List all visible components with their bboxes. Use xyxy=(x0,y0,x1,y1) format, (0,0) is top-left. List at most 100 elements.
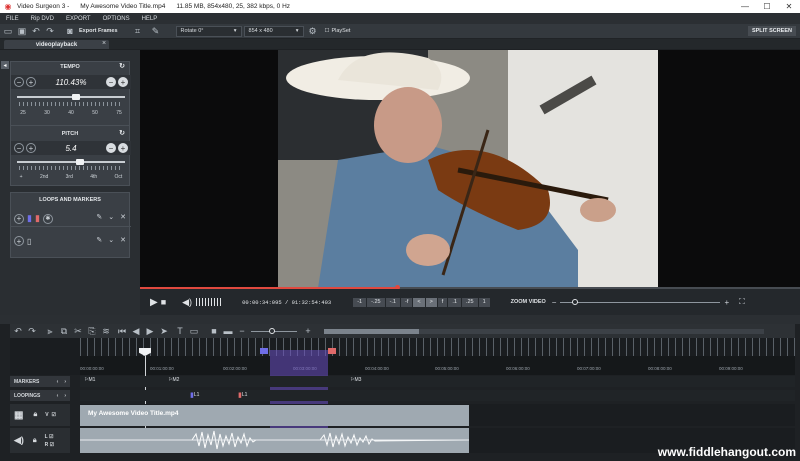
pitch-slider[interactable] xyxy=(17,159,125,165)
loop-end-handle[interactable] xyxy=(328,348,336,354)
lock-icon[interactable]: 🔒︎ xyxy=(33,411,37,419)
timeline-scroll-thumb[interactable] xyxy=(324,328,419,334)
marker-red-icon[interactable]: ▮ xyxy=(35,213,40,224)
camera-icon[interactable]: ◙ xyxy=(64,25,76,37)
loop-lock-icon[interactable]: ▯ xyxy=(27,237,31,246)
loop-start-handle[interactable] xyxy=(260,348,268,354)
film-icon[interactable]: ▦ xyxy=(14,410,23,421)
undo-icon[interactable]: ↶ xyxy=(30,25,42,37)
tempo-slider[interactable] xyxy=(17,94,125,100)
undo-icon[interactable]: ↶ xyxy=(12,325,24,337)
channel-r-checkbox[interactable]: ☑ xyxy=(50,442,54,448)
redo-icon[interactable]: ↷ xyxy=(26,325,38,337)
playset-button[interactable]: ☐ PlaySet xyxy=(325,28,351,34)
chevron-down-icon[interactable]: ⌄ xyxy=(108,213,114,221)
step-forward-1-button[interactable]: 1 xyxy=(478,297,490,307)
marker-options-icon[interactable]: ✱ xyxy=(42,213,53,224)
stop-icon[interactable]: ■ xyxy=(208,325,220,337)
next-icon[interactable]: ▶ xyxy=(144,325,156,337)
crop-icon[interactable]: ⌗ xyxy=(132,25,144,37)
add-marker-button[interactable]: + xyxy=(14,213,24,224)
video-track-checkbox[interactable]: ☑ xyxy=(52,412,56,418)
step-back-01-button[interactable]: -.1 xyxy=(385,297,400,307)
play-icon[interactable]: ▶ xyxy=(150,297,158,308)
edit-icon[interactable]: ✎ xyxy=(150,25,162,37)
rotate-dropdown[interactable]: Rotate 0° ▾ xyxy=(175,25,242,37)
step-back-frame-button[interactable]: -f xyxy=(400,297,413,307)
chevron-left-icon[interactable]: ‹ xyxy=(57,393,59,399)
timeline-zoom-slider[interactable] xyxy=(251,327,297,334)
tempo-plus-small-button[interactable]: + xyxy=(26,77,36,87)
step-back-025-button[interactable]: -.25 xyxy=(367,297,385,307)
zoom-out-button[interactable]: − xyxy=(552,298,557,307)
chevron-right-icon[interactable]: › xyxy=(64,393,66,399)
edit-loop-icon[interactable]: ✎ xyxy=(96,236,102,244)
step-forward-frame-button[interactable]: f xyxy=(437,297,448,307)
loop-marker-start[interactable]: ▮ L1 xyxy=(190,391,199,399)
zoom-slider-handle[interactable] xyxy=(571,298,578,305)
close-window-button[interactable]: ✕ xyxy=(778,0,800,13)
step-back-1-button[interactable]: -1 xyxy=(353,297,367,307)
menu-help[interactable]: HELP xyxy=(136,16,164,22)
volume-icon[interactable]: ◀) xyxy=(182,297,192,308)
speaker-icon[interactable]: ◀) xyxy=(14,435,24,446)
loop-marker-end[interactable]: ▮ L1 xyxy=(238,391,247,399)
redo-icon[interactable]: ↷ xyxy=(44,25,56,37)
menu-export[interactable]: EXPORT xyxy=(60,16,97,22)
step-forward-01-button[interactable]: .1 xyxy=(448,297,461,307)
menu-file[interactable]: FILE xyxy=(0,16,25,22)
timeline-zoom-handle[interactable] xyxy=(269,327,275,334)
fullscreen-icon[interactable]: ⛶ xyxy=(739,297,745,307)
volume-level-icon[interactable] xyxy=(196,298,223,306)
marker-m2[interactable]: ⚐ M2 xyxy=(168,377,179,383)
channel-l-checkbox[interactable]: ☑ xyxy=(49,434,53,440)
text-icon[interactable]: T xyxy=(174,325,186,337)
nudge-right-button[interactable]: > xyxy=(425,297,437,307)
markers-lane[interactable] xyxy=(80,376,795,387)
delete-marker-icon[interactable]: ✕ xyxy=(120,213,126,221)
export-frames-button[interactable]: Export Frames xyxy=(79,28,118,34)
menu-options[interactable]: OPTIONS xyxy=(97,16,136,22)
gear-icon[interactable]: ⚙ xyxy=(307,25,319,37)
split-icon[interactable]: ⫸ xyxy=(44,325,56,337)
delete-loop-icon[interactable]: ✕ xyxy=(120,236,126,244)
maximize-button[interactable]: ☐ xyxy=(756,0,778,13)
pitch-increase-button[interactable]: + xyxy=(118,143,128,153)
prev-icon[interactable]: ◀ xyxy=(130,325,142,337)
tab-videoplayback[interactable]: videoplayback xyxy=(4,40,109,49)
tempo-increase-button[interactable]: + xyxy=(118,77,128,87)
chevron-left-icon[interactable]: ‹ xyxy=(57,379,59,385)
pitch-slider-handle[interactable] xyxy=(75,159,84,165)
paste-icon[interactable]: ⎘ xyxy=(86,325,98,337)
lock-icon[interactable]: 🔒︎ xyxy=(33,437,37,445)
pitch-minus-button[interactable]: − xyxy=(14,143,24,153)
zoom-slider[interactable] xyxy=(560,298,721,305)
nudge-left-button[interactable]: < xyxy=(413,297,425,307)
zoom-in-icon[interactable]: + xyxy=(302,325,314,337)
tempo-minus-button[interactable]: − xyxy=(14,77,24,87)
menu-rip-dvd[interactable]: Rip DVD xyxy=(25,16,60,22)
panel-settings-icon[interactable]: ◂ xyxy=(1,61,9,69)
chevron-down-icon[interactable]: ⌄ xyxy=(108,236,114,244)
pitch-decrease-button[interactable]: − xyxy=(106,143,116,153)
stop-icon[interactable]: ■ xyxy=(161,297,166,307)
step-forward-025-button[interactable]: .25 xyxy=(461,297,478,307)
cut-icon[interactable]: ✂ xyxy=(72,325,84,337)
close-tab-icon[interactable]: × xyxy=(102,40,106,47)
split-screen-button[interactable]: SPLIT SCREEN xyxy=(747,26,796,36)
timeline-scrollbar[interactable] xyxy=(324,328,764,334)
waveform-icon[interactable]: ≋ xyxy=(100,325,112,337)
save-icon[interactable]: ▣ xyxy=(16,25,28,37)
marker-m3[interactable]: ⚐ M3 xyxy=(350,377,361,383)
video-viewport[interactable] xyxy=(140,50,800,288)
minus-icon[interactable]: ▬ xyxy=(222,325,234,337)
tempo-decrease-button[interactable]: − xyxy=(106,77,116,87)
tempo-slider-handle[interactable] xyxy=(72,94,81,100)
audio-clip[interactable] xyxy=(80,428,469,453)
chevron-right-icon[interactable]: › xyxy=(64,379,66,385)
minimize-button[interactable]: — xyxy=(734,0,756,13)
reset-tempo-icon[interactable]: ↻ xyxy=(119,62,125,70)
edit-marker-icon[interactable]: ✎ xyxy=(96,213,102,221)
marker-m1[interactable]: ⚐ M1 xyxy=(84,377,95,383)
copy-icon[interactable]: ⧉ xyxy=(58,325,70,337)
